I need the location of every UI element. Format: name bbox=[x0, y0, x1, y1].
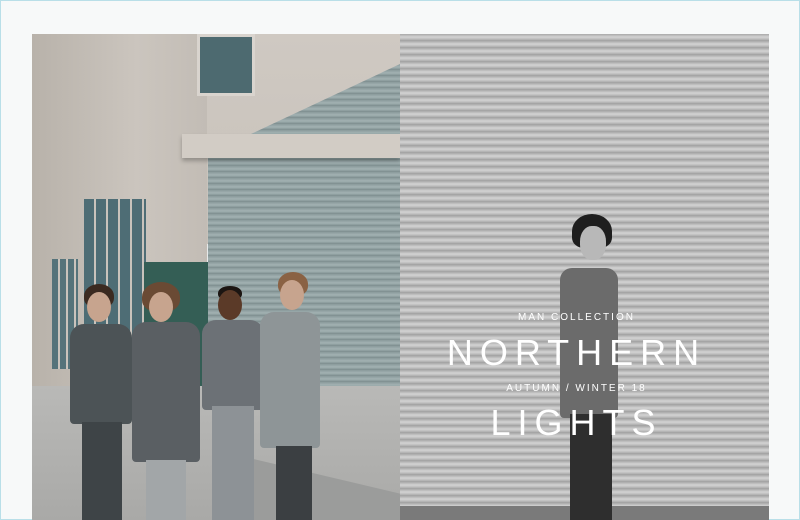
upper-window bbox=[197, 34, 255, 96]
title-northern: NORTHERN bbox=[446, 332, 707, 373]
season-label: AUTUMN / WINTER 18 bbox=[506, 383, 647, 394]
title-lights: LIGHTS bbox=[490, 402, 663, 443]
model-4 bbox=[258, 272, 330, 520]
left-photo-panel bbox=[32, 34, 400, 520]
building-ledge bbox=[182, 134, 400, 158]
model-2 bbox=[132, 282, 204, 520]
ad-headline: MAN COLLECTION NORTHERN AUTUMN / WINTER … bbox=[425, 306, 728, 456]
collection-label: MAN COLLECTION bbox=[518, 312, 635, 323]
model-1 bbox=[70, 284, 140, 520]
